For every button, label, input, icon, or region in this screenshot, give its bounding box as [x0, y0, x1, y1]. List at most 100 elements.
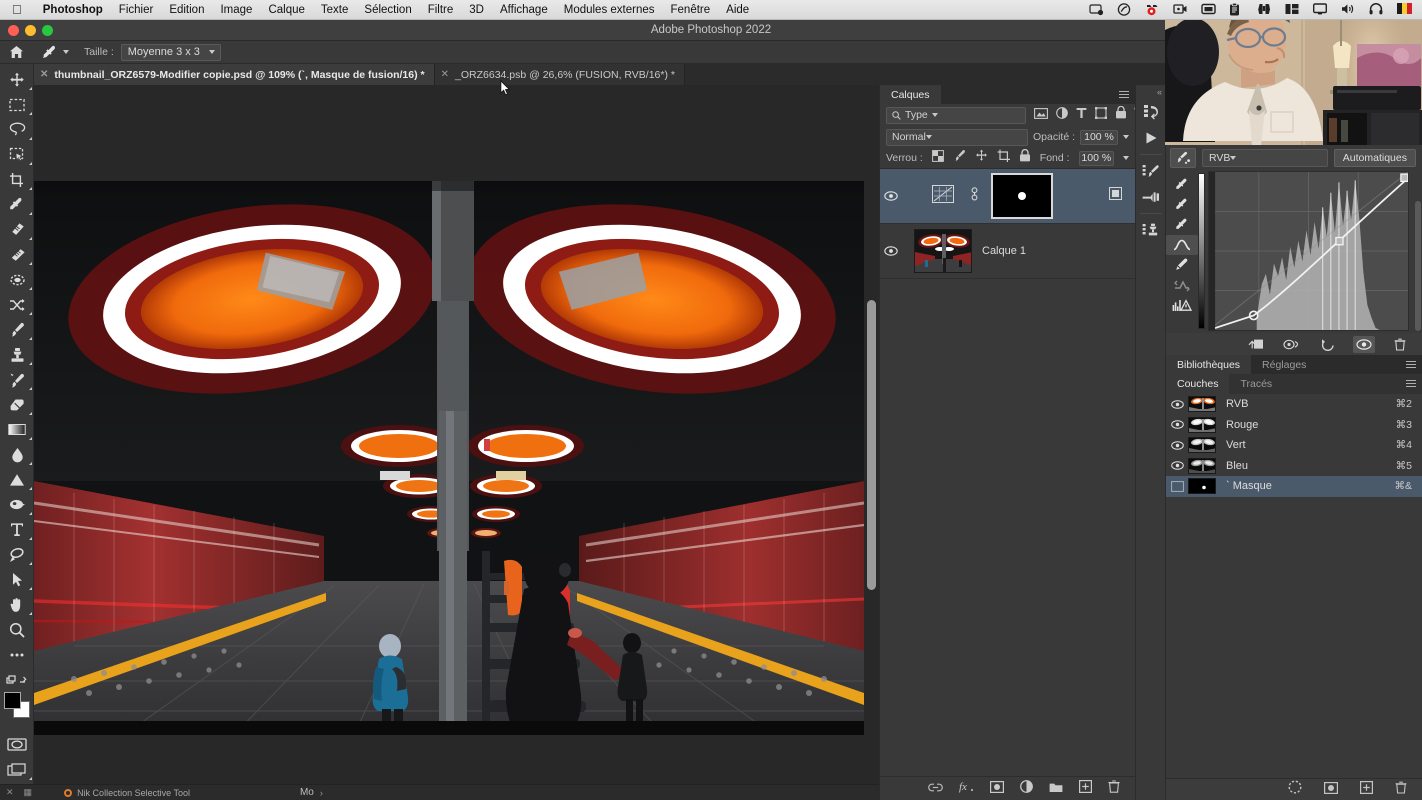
visibility-eye-icon[interactable] — [1353, 335, 1375, 353]
marquee-tool[interactable] — [0, 92, 34, 117]
path-selection-tool[interactable] — [0, 567, 34, 592]
gradient-tool[interactable] — [0, 417, 34, 442]
menu-item-3d[interactable]: 3D — [461, 4, 492, 16]
channel-row-rouge[interactable]: Rouge ⌘3 — [1166, 415, 1422, 436]
lasso-tool[interactable] — [0, 117, 34, 142]
channel-thumbnail[interactable] — [1188, 396, 1216, 413]
adjustment-filter-icon[interactable] — [1056, 106, 1068, 124]
binoculars-icon[interactable] — [1257, 3, 1272, 16]
curves-layer-thumbnail[interactable] — [932, 184, 954, 208]
menu-item-filtre[interactable]: Filtre — [420, 4, 462, 16]
eyedropper-tool-icon[interactable] — [32, 45, 78, 60]
layer-thumbnail[interactable] — [914, 229, 972, 273]
collapse-arrows-icon[interactable]: « — [1157, 87, 1162, 97]
patch-tool[interactable] — [0, 242, 34, 267]
menu-item-affichage[interactable]: Affichage — [492, 4, 556, 16]
smooth-tool[interactable] — [1166, 275, 1198, 295]
brush-settings-icon[interactable] — [1136, 158, 1166, 184]
pen-tool[interactable] — [0, 542, 34, 567]
menu-item-texte[interactable]: Texte — [313, 4, 357, 16]
curve-tool[interactable] — [1166, 235, 1198, 255]
new-channel-icon[interactable] — [1360, 780, 1374, 799]
blend-mode-select[interactable]: Normal — [886, 128, 1028, 146]
belgium-flag-icon[interactable] — [1397, 3, 1412, 16]
close-icon[interactable]: ✕ — [40, 69, 48, 80]
menu-item-photoshop[interactable]: Photoshop — [35, 4, 111, 16]
auto-button[interactable]: Automatiques — [1333, 149, 1416, 167]
curves-preset-icon[interactable] — [1170, 148, 1196, 168]
channel-visibility-toggle[interactable] — [1166, 420, 1188, 430]
channel-thumbnail[interactable] — [1188, 478, 1216, 495]
panel-menu-icon[interactable] — [1406, 380, 1416, 388]
sample-size-select[interactable]: Moyenne 3 x 3 — [120, 43, 221, 61]
content-aware-tool[interactable] — [0, 267, 34, 292]
menu-item-image[interactable]: Image — [212, 4, 260, 16]
lock-all-icon[interactable] — [1019, 148, 1031, 167]
curves-channel-select[interactable]: RVB — [1202, 149, 1328, 167]
delete-channel-icon[interactable] — [1395, 781, 1407, 799]
camera-icon[interactable] — [1173, 3, 1188, 16]
hand-tool[interactable] — [0, 592, 34, 617]
tab-bibliotheques[interactable]: Bibliothèques — [1166, 355, 1252, 374]
apple-icon[interactable]:  — [0, 3, 35, 16]
white-point-eyedropper[interactable] — [1166, 215, 1198, 235]
splitview-icon[interactable] — [1285, 3, 1300, 16]
edit-toolbar-icon[interactable] — [0, 667, 34, 692]
lock-position-icon[interactable] — [975, 149, 988, 167]
eraser-tool[interactable] — [0, 392, 34, 417]
panel-menu-icon[interactable] — [1406, 361, 1416, 369]
canvas-area[interactable] — [34, 85, 879, 800]
record-icon[interactable] — [1145, 3, 1160, 16]
eyedropper-tool[interactable] — [0, 192, 34, 217]
menu-item-selection[interactable]: Sélection — [356, 4, 419, 16]
channel-row-bleu[interactable]: Bleu ⌘5 — [1166, 456, 1422, 477]
lock-artboard-icon[interactable] — [997, 149, 1010, 167]
delete-layer-icon[interactable] — [1108, 779, 1120, 798]
opacity-value[interactable]: 100 % — [1080, 129, 1118, 145]
menu-item-aide[interactable]: Aide — [718, 4, 757, 16]
home-icon[interactable] — [0, 45, 32, 59]
brush-presets-icon[interactable] — [1136, 184, 1166, 210]
clone-stamp-tool[interactable] — [0, 342, 34, 367]
move-tool[interactable] — [0, 67, 34, 92]
clone-source-icon[interactable] — [1136, 217, 1166, 243]
color-swatches[interactable] — [0, 692, 33, 732]
quick-mask-icon[interactable] — [0, 732, 34, 757]
channel-thumbnail[interactable] — [1188, 416, 1216, 433]
actions-play-icon[interactable] — [1136, 125, 1166, 151]
close-icon[interactable]: ✕ — [441, 69, 449, 80]
tab-couches[interactable]: Couches — [1166, 374, 1230, 394]
link-layers-icon[interactable] — [928, 780, 943, 798]
screenshot-icon[interactable] — [1089, 3, 1104, 16]
blur-tool[interactable] — [0, 442, 34, 467]
creative-cloud-icon[interactable] — [1117, 3, 1132, 16]
channel-visibility-toggle[interactable] — [1166, 480, 1188, 492]
layer-mask-thumbnail[interactable] — [991, 173, 1053, 219]
monitor-icon[interactable] — [1312, 3, 1328, 16]
document-image[interactable] — [34, 181, 865, 765]
panel-menu-icon[interactable] — [1119, 91, 1129, 99]
channel-visibility-toggle[interactable] — [1166, 461, 1188, 471]
mask-link-icon[interactable] — [970, 186, 979, 206]
channel-row-vert[interactable]: Vert ⌘4 — [1166, 435, 1422, 456]
zoom-tool[interactable] — [0, 617, 34, 642]
clipboard-icon[interactable] — [1229, 2, 1244, 16]
burn-tool[interactable] — [0, 492, 34, 517]
history-brush-tool[interactable] — [0, 367, 34, 392]
new-group-icon[interactable] — [1049, 780, 1063, 798]
gray-point-eyedropper[interactable] — [1166, 195, 1198, 215]
doc-info-icon[interactable]: ▦ — [24, 787, 33, 798]
foreground-color-swatch[interactable] — [4, 692, 21, 709]
opacity-chevron-icon[interactable] — [1123, 135, 1129, 139]
canvas-vertical-scrollbar[interactable] — [867, 300, 876, 590]
history-icon[interactable] — [1136, 99, 1166, 125]
menu-item-edition[interactable]: Edition — [161, 4, 212, 16]
layer-row-calque-1[interactable]: Calque 1 — [880, 224, 1136, 279]
channel-thumbnail[interactable] — [1188, 437, 1216, 454]
new-layer-icon[interactable] — [1079, 779, 1093, 798]
tab-traces[interactable]: Tracés — [1229, 374, 1284, 394]
lock-image-icon[interactable] — [953, 149, 966, 167]
add-mask-icon[interactable] — [990, 780, 1005, 798]
menu-item-modules-externes[interactable]: Modules externes — [556, 4, 663, 16]
channel-row-masque[interactable]: ` Masque ⌘& — [1166, 476, 1422, 497]
